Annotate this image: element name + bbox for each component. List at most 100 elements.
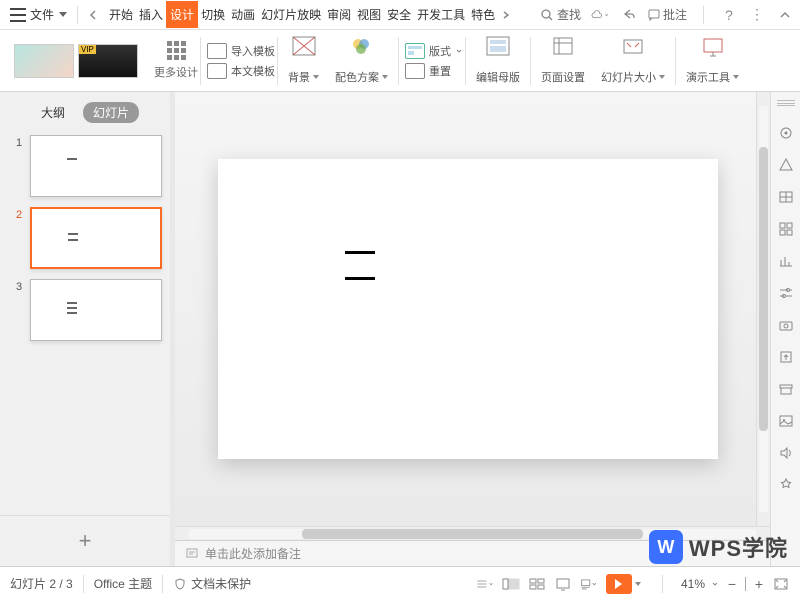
page-setup-icon [549, 34, 577, 60]
vertical-scrollbar[interactable] [756, 92, 770, 526]
zoom-slider[interactable] [745, 577, 746, 591]
tab-design[interactable]: 设计 [166, 1, 198, 28]
add-slide-button[interactable]: + [0, 515, 170, 566]
horizontal-scrollbar[interactable] [175, 526, 770, 540]
tab-start[interactable]: 开始 [106, 1, 136, 28]
view-notes-icon[interactable] [580, 576, 598, 592]
zoom-out-button[interactable]: − [725, 576, 739, 592]
rail-chart-icon[interactable] [777, 252, 795, 270]
cloud-icon[interactable] [591, 6, 609, 24]
tab-insert[interactable]: 插入 [136, 1, 166, 28]
page-setup-label: 页面设置 [541, 69, 585, 85]
zoom-value[interactable]: 41% [681, 577, 705, 591]
right-toolbar [770, 92, 800, 566]
theme-preset-1[interactable] [14, 44, 74, 78]
color-scheme-button[interactable]: 配色方案 [327, 34, 396, 88]
protection-status[interactable]: 文档未保护 [191, 575, 251, 592]
color-scheme-icon [348, 34, 376, 60]
rail-export-icon[interactable] [777, 348, 795, 366]
more-icon[interactable]: ⋮ [748, 6, 766, 24]
back-icon[interactable] [84, 6, 102, 24]
comment-button[interactable]: 批注 [647, 6, 687, 24]
slide-item[interactable]: 1 [16, 135, 162, 197]
slide-thumbnail-3[interactable] [30, 279, 162, 341]
theme-preset-2[interactable]: VIP [78, 44, 138, 78]
tab-security[interactable]: 安全 [384, 1, 414, 28]
rail-audio-icon[interactable] [777, 444, 795, 462]
tab-outline[interactable]: 大纲 [31, 102, 75, 123]
rail-camera-icon[interactable] [777, 316, 795, 334]
share-icon[interactable] [619, 6, 637, 24]
tab-animation[interactable]: 动画 [228, 1, 258, 28]
top-menu-bar: 文件 开始 插入 设计 切换 动画 幻灯片放映 审阅 视图 安全 开发工具 特色… [0, 0, 800, 30]
slides-list: 1 2 3 [0, 131, 170, 515]
tab-transition[interactable]: 切换 [198, 1, 228, 28]
slide-canvas[interactable] [218, 159, 718, 459]
tab-special[interactable]: 特色 [468, 1, 498, 28]
view-normal-icon[interactable] [502, 576, 520, 592]
page-setup-button[interactable]: 页面设置 [533, 34, 593, 88]
slide-thumbnail-2[interactable] [30, 207, 162, 269]
slide-number: 3 [16, 279, 30, 293]
file-menu-button[interactable]: 文件 [6, 4, 71, 25]
scroll-thumb[interactable] [302, 529, 642, 539]
tab-view[interactable]: 视图 [354, 1, 384, 28]
collapse-ribbon-icon[interactable] [776, 6, 794, 24]
slide-item[interactable]: 3 [16, 279, 162, 341]
separator [703, 6, 704, 24]
import-template-button[interactable]: 导入模板 [207, 43, 275, 59]
more-designs-button[interactable]: 更多设计 [154, 41, 198, 80]
slide-size-button[interactable]: 幻灯片大小 [593, 34, 673, 88]
panel-tabs: 大纲 幻灯片 [0, 92, 170, 131]
present-tools-button[interactable]: 演示工具 [678, 34, 747, 88]
view-reading-icon[interactable] [554, 576, 572, 592]
background-label: 背景 [288, 69, 319, 85]
canvas-area: 单击此处添加备注 [175, 92, 770, 566]
shape-line-1[interactable] [345, 251, 375, 254]
ribbon-tabs: 开始 插入 设计 切换 动画 幻灯片放映 审阅 视图 安全 开发工具 特色 [106, 1, 512, 28]
separator [83, 575, 84, 593]
local-template-label: 本文模板 [231, 63, 275, 79]
rail-shape-icon[interactable] [777, 156, 795, 174]
reset-button[interactable]: 重置 [405, 63, 463, 79]
background-button[interactable]: 背景 [280, 34, 327, 88]
rail-table-icon[interactable] [777, 188, 795, 206]
edit-master-button[interactable]: 编辑母版 [468, 34, 528, 88]
slide-size-label: 幻灯片大小 [601, 69, 665, 85]
rail-archive-icon[interactable] [777, 380, 795, 398]
tab-developer[interactable]: 开发工具 [414, 1, 468, 28]
search-label: 查找 [557, 6, 581, 23]
slideshow-button[interactable] [606, 574, 644, 594]
present-tools-label: 演示工具 [686, 69, 739, 85]
tab-slides[interactable]: 幻灯片 [83, 102, 139, 123]
chevron-down-icon[interactable] [711, 580, 719, 588]
help-icon[interactable]: ? [720, 6, 738, 24]
rail-select-icon[interactable] [777, 124, 795, 142]
fit-window-icon[interactable] [772, 576, 790, 592]
tab-slideshow[interactable]: 幻灯片放映 [258, 1, 324, 28]
rail-image-icon[interactable] [777, 412, 795, 430]
separator [162, 575, 163, 593]
rail-grid-icon[interactable] [777, 220, 795, 238]
more-designs-label: 更多设计 [154, 64, 198, 80]
format-button[interactable]: 版式 [405, 43, 463, 59]
slide-thumbnail-1[interactable] [30, 135, 162, 197]
canvas-viewport[interactable] [175, 92, 770, 526]
rail-settings-icon[interactable] [777, 284, 795, 302]
local-template-button[interactable]: 本文模板 [207, 63, 275, 79]
view-menu-icon[interactable] [476, 576, 494, 592]
edit-master-label: 编辑母版 [476, 69, 520, 85]
tab-review[interactable]: 审阅 [324, 1, 354, 28]
shape-line-2[interactable] [345, 277, 375, 280]
slide-item[interactable]: 2 [16, 207, 162, 269]
scroll-thumb[interactable] [759, 147, 768, 431]
notes-bar[interactable]: 单击此处添加备注 [175, 540, 770, 566]
rail-tools-icon[interactable] [777, 476, 795, 494]
play-dropdown-icon[interactable] [632, 574, 644, 594]
tab-overflow-icon[interactable] [500, 9, 512, 21]
search-button[interactable]: 查找 [540, 6, 581, 23]
color-scheme-label: 配色方案 [335, 69, 388, 85]
zoom-in-button[interactable]: + [752, 576, 766, 592]
view-sorter-icon[interactable] [528, 576, 546, 592]
zoom-control: 41% − + [681, 576, 790, 592]
